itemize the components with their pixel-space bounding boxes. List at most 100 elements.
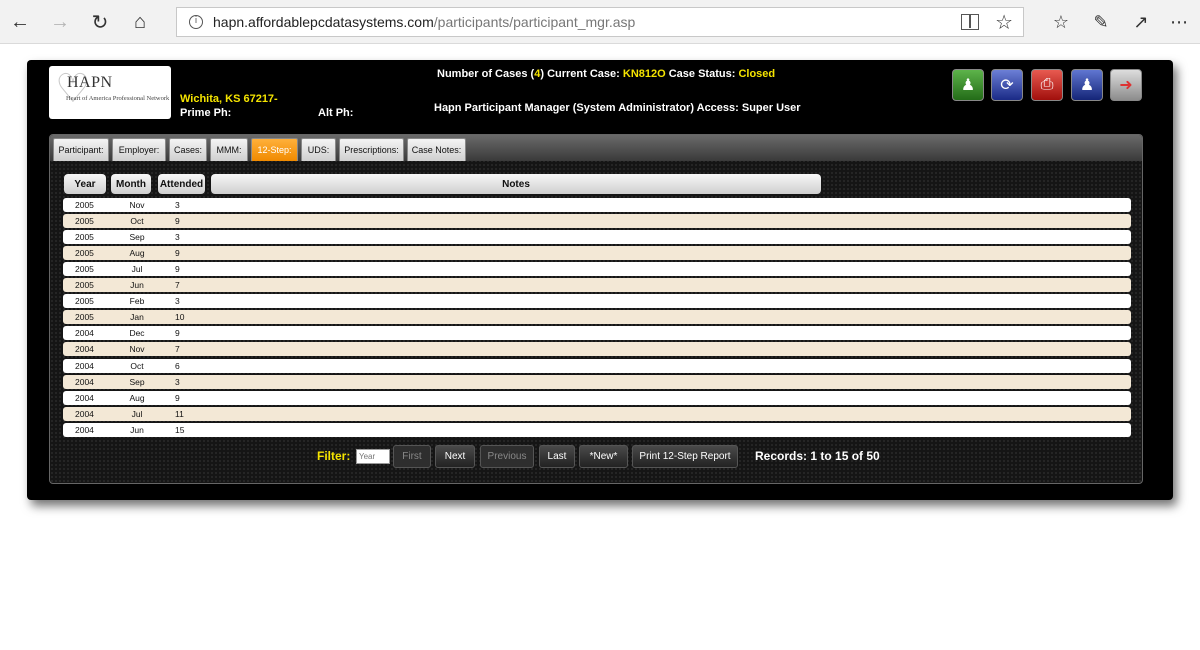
first-button[interactable]: First bbox=[393, 445, 431, 468]
tab-employer[interactable]: Employer: bbox=[112, 138, 166, 161]
cell-year: 2004 bbox=[75, 361, 94, 371]
num-cases-label: Number of Cases ( bbox=[437, 68, 535, 80]
next-button[interactable]: Next bbox=[435, 445, 475, 468]
column-header-attended[interactable]: Attended bbox=[158, 174, 205, 194]
table-row[interactable]: 2004 Dec 9 bbox=[63, 326, 1131, 340]
url-host: hapn.affordablepcdatasystems.com bbox=[213, 14, 434, 30]
cell-attended: 3 bbox=[175, 377, 180, 387]
tab-prescriptions[interactable]: Prescriptions: bbox=[339, 138, 404, 161]
tab-uds[interactable]: UDS: bbox=[301, 138, 336, 161]
num-cases-close: ) bbox=[540, 68, 544, 80]
column-header-notes[interactable]: Notes bbox=[211, 174, 821, 194]
cell-month: Feb bbox=[129, 296, 145, 306]
cell-attended: 6 bbox=[175, 361, 180, 371]
prime-phone-label: Prime Ph: bbox=[180, 107, 232, 119]
cell-month: Oct bbox=[130, 361, 144, 371]
cell-attended: 9 bbox=[175, 248, 180, 258]
tab-12-step[interactable]: 12-Step: bbox=[251, 138, 298, 161]
favorite-star-icon[interactable]: ☆ bbox=[995, 10, 1013, 35]
cell-attended: 7 bbox=[175, 344, 180, 354]
cell-attended: 9 bbox=[175, 216, 180, 226]
case-status-value: Closed bbox=[738, 68, 776, 80]
reading-view-icon[interactable] bbox=[961, 14, 979, 30]
table-row[interactable]: 2004 Aug 9 bbox=[63, 391, 1131, 405]
tab-participant[interactable]: Participant: bbox=[53, 138, 109, 161]
table-row[interactable]: 2005 Oct 9 bbox=[63, 214, 1131, 228]
cell-year: 2005 bbox=[75, 280, 94, 290]
table-row[interactable]: 2004 Sep 3 bbox=[63, 375, 1131, 389]
print-report-button[interactable]: Print 12-Step Report bbox=[632, 445, 738, 468]
current-case-value: KN812O bbox=[622, 68, 666, 80]
cell-month: Jul bbox=[131, 409, 143, 419]
new-button[interactable]: *New* bbox=[579, 445, 628, 468]
table-row[interactable]: 2005 Sep 3 bbox=[63, 230, 1131, 244]
tab-bar: Participant: Employer: Cases: MMM: 12-St… bbox=[50, 135, 1142, 161]
cell-attended: 3 bbox=[175, 232, 180, 242]
cell-attended: 9 bbox=[175, 264, 180, 274]
cell-year: 2005 bbox=[75, 232, 94, 242]
cell-month: Nov bbox=[129, 344, 145, 354]
cell-attended: 15 bbox=[175, 425, 185, 435]
app-frame: ♡ HAPN Heart of America Professional Net… bbox=[27, 60, 1173, 500]
filter-year-input[interactable] bbox=[356, 449, 390, 464]
home-icon[interactable]: ⌂ bbox=[126, 8, 154, 36]
pen-icon[interactable]: ✎ bbox=[1088, 9, 1114, 35]
refresh-icon[interactable]: ↻ bbox=[86, 8, 114, 36]
table-row[interactable]: 2005 Jul 9 bbox=[63, 262, 1131, 276]
cell-attended: 11 bbox=[175, 409, 184, 419]
column-header-month[interactable]: Month bbox=[111, 174, 151, 194]
cell-year: 2005 bbox=[75, 264, 94, 274]
cell-month: Sep bbox=[129, 232, 145, 242]
cell-year: 2004 bbox=[75, 344, 94, 354]
table-row[interactable]: 2004 Nov 7 bbox=[63, 342, 1131, 356]
cell-attended: 9 bbox=[175, 393, 180, 403]
table-row[interactable]: 2005 Nov 3 bbox=[63, 198, 1131, 212]
cell-year: 2004 bbox=[75, 409, 94, 419]
participant-city: Wichita, KS 67217- bbox=[180, 93, 278, 105]
logo-title: HAPN bbox=[67, 74, 113, 91]
sync-icon[interactable]: ⟳ bbox=[991, 69, 1023, 101]
logout-icon[interactable]: ➜ bbox=[1110, 69, 1142, 101]
table-row[interactable]: 2005 Jun 7 bbox=[63, 278, 1131, 292]
favorites-hub-icon[interactable]: ☆ bbox=[1048, 9, 1074, 35]
table-row[interactable]: 2005 Jan 10 bbox=[63, 310, 1131, 324]
cell-month: Aug bbox=[129, 393, 145, 403]
cell-month: Jun bbox=[130, 425, 144, 435]
back-arrow-icon[interactable]: ← bbox=[6, 8, 34, 36]
table-row[interactable]: 2004 Jun 15 bbox=[63, 423, 1131, 437]
column-header-year[interactable]: Year bbox=[64, 174, 106, 194]
cell-attended: 7 bbox=[175, 280, 180, 290]
table-row[interactable]: 2004 Oct 6 bbox=[63, 359, 1131, 373]
forward-arrow-icon[interactable]: → bbox=[46, 8, 74, 36]
tab-cases[interactable]: Cases: bbox=[169, 138, 207, 161]
more-menu-icon[interactable]: ⋯ bbox=[1166, 9, 1192, 35]
table-row[interactable]: 2005 Aug 9 bbox=[63, 246, 1131, 260]
current-case-label: Current Case: bbox=[547, 68, 620, 80]
alt-phone-label: Alt Ph: bbox=[318, 107, 354, 119]
cell-month: Jan bbox=[130, 312, 144, 322]
address-bar[interactable]: i hapn.affordablepcdatasystems.com/parti… bbox=[176, 7, 1024, 37]
cell-month: Jul bbox=[131, 264, 143, 274]
printer-icon[interactable]: ⎙ bbox=[1031, 69, 1063, 101]
tab-case-notes[interactable]: Case Notes: bbox=[407, 138, 466, 161]
previous-button[interactable]: Previous bbox=[480, 445, 534, 468]
cell-month: Dec bbox=[129, 328, 145, 338]
table-row[interactable]: 2005 Feb 3 bbox=[63, 294, 1131, 308]
cell-year: 2005 bbox=[75, 312, 94, 322]
logo-subtitle: Heart of America Professional Network bbox=[66, 95, 170, 102]
cell-attended: 3 bbox=[175, 200, 180, 210]
cell-month: Oct bbox=[130, 216, 144, 226]
info-icon[interactable]: i bbox=[189, 15, 203, 29]
users-icon[interactable]: ♟ bbox=[1071, 69, 1103, 101]
access-info: Hapn Participant Manager (System Adminis… bbox=[434, 102, 801, 114]
table-row[interactable]: 2004 Jul 11 bbox=[63, 407, 1131, 421]
tab-mmm[interactable]: MMM: bbox=[210, 138, 248, 161]
add-participant-icon[interactable]: ♟ bbox=[952, 69, 984, 101]
url-path: /participants/participant_mgr.asp bbox=[433, 14, 636, 30]
cell-year: 2005 bbox=[75, 200, 94, 210]
share-icon[interactable]: ↗ bbox=[1128, 9, 1154, 35]
cell-attended: 3 bbox=[175, 296, 180, 306]
last-button[interactable]: Last bbox=[539, 445, 575, 468]
cell-year: 2005 bbox=[75, 296, 94, 306]
records-count: Records: 1 to 15 of 50 bbox=[755, 449, 880, 463]
